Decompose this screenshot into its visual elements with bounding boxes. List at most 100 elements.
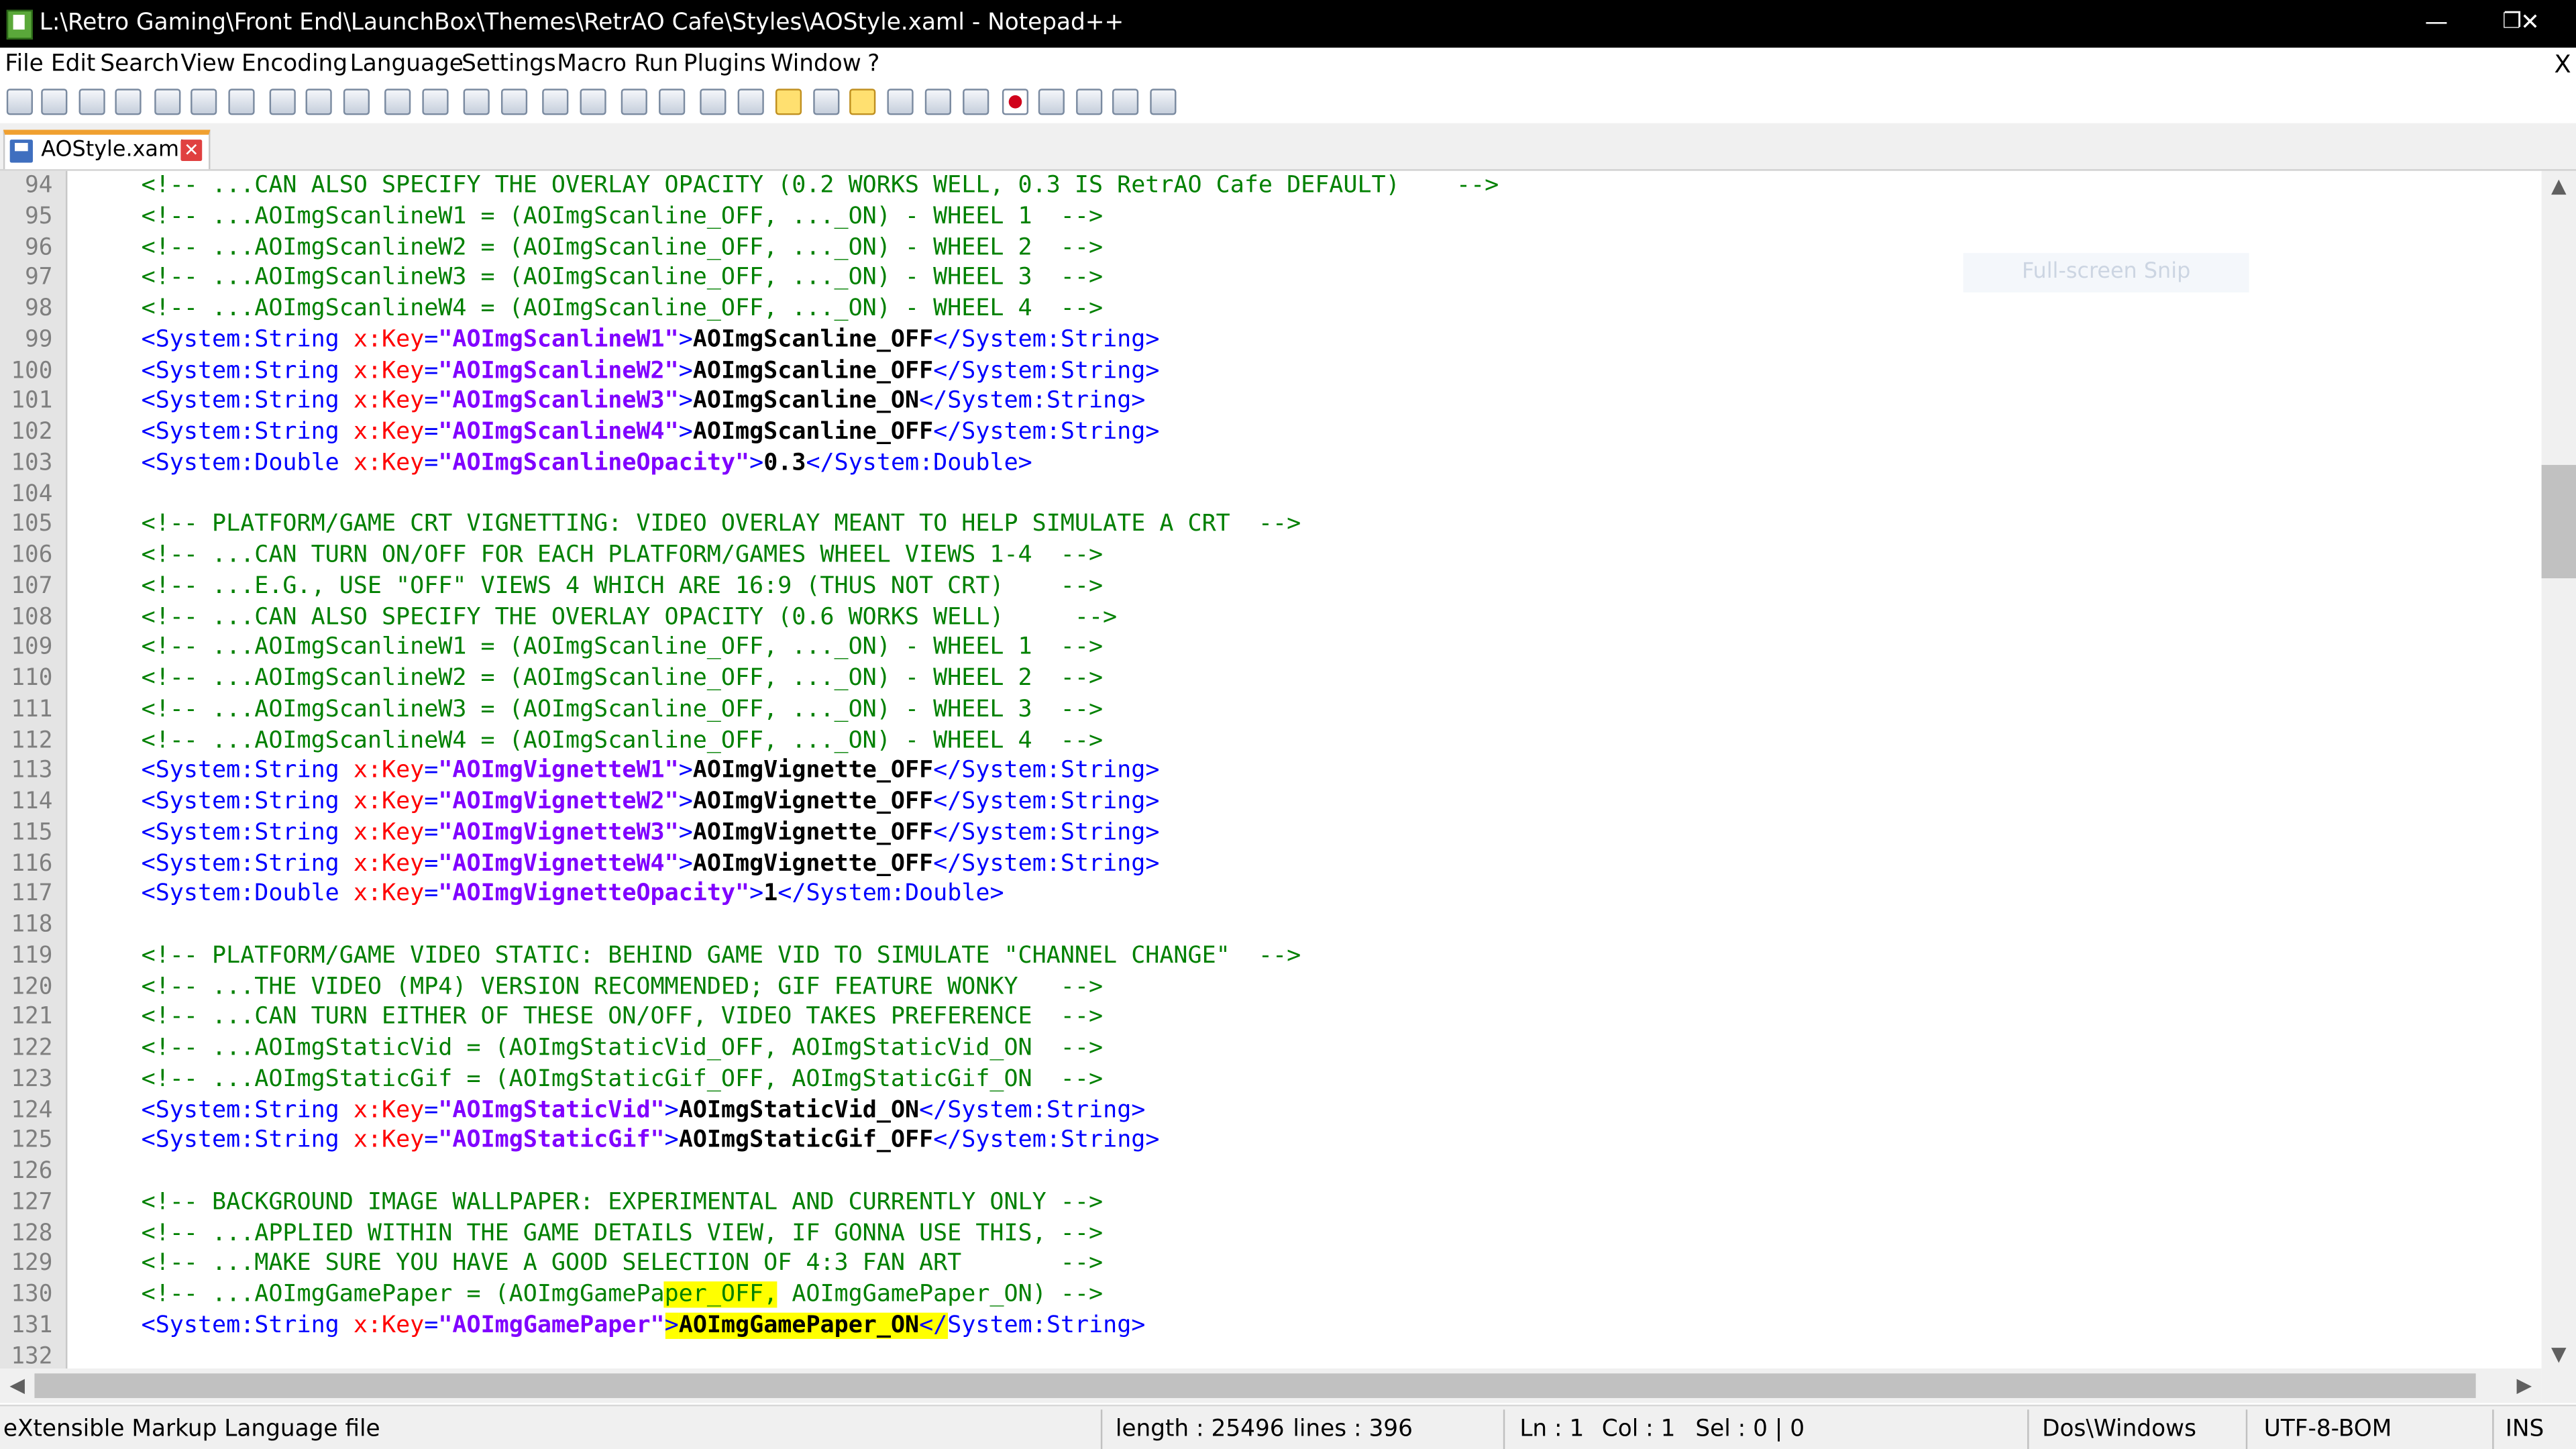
menu-edit[interactable]: Edit bbox=[51, 51, 95, 79]
horizontal-scrollbar-thumb[interactable] bbox=[34, 1373, 2476, 1399]
line-number[interactable]: 109 bbox=[11, 633, 52, 662]
title-bar[interactable]: L:\Retro Gaming\Front End\LaunchBox\Them… bbox=[0, 0, 2576, 48]
line-number[interactable]: 107 bbox=[11, 572, 52, 601]
line-number[interactable]: 104 bbox=[11, 479, 52, 508]
line-number[interactable]: 132 bbox=[11, 1342, 52, 1368]
paste-icon[interactable] bbox=[343, 89, 370, 115]
code-line[interactable]: <!-- ...AOImgScanlineW4 = (AOImgScanline… bbox=[142, 294, 1103, 323]
code-line[interactable]: <System:String x:Key="AOImgVignetteW1">A… bbox=[142, 756, 1160, 786]
line-number[interactable]: 112 bbox=[11, 725, 52, 755]
menu-file[interactable]: File bbox=[5, 51, 43, 79]
code-line[interactable]: <!-- ...AOImgScanlineW4 = (AOImgScanline… bbox=[142, 725, 1103, 755]
vertical-scrollbar[interactable] bbox=[2541, 170, 2576, 1369]
line-number[interactable]: 125 bbox=[11, 1126, 52, 1155]
code-line[interactable]: <System:String x:Key="AOImgScanlineW4">A… bbox=[142, 417, 1160, 447]
zoom-in-icon[interactable] bbox=[542, 89, 569, 115]
code-line[interactable]: <System:String x:Key="AOImgScanlineW1">A… bbox=[142, 325, 1160, 354]
menu-search[interactable]: Search bbox=[100, 51, 179, 79]
code-line[interactable]: <!-- ...CAN TURN ON/OFF FOR EACH PLATFOR… bbox=[142, 541, 1103, 570]
menu-settings[interactable]: Settings bbox=[462, 51, 556, 79]
monitoring-icon[interactable] bbox=[924, 89, 951, 115]
close-icon[interactable] bbox=[154, 89, 181, 115]
line-number[interactable]: 105 bbox=[11, 510, 52, 539]
sync-scroll-horizontal-icon[interactable] bbox=[659, 89, 686, 115]
code-line[interactable]: <System:String x:Key="AOImgScanlineW3">A… bbox=[142, 386, 1146, 416]
folder-as-workspace-icon[interactable] bbox=[887, 89, 914, 115]
code-line[interactable]: <!-- ...CAN TURN EITHER OF THESE ON/OFF,… bbox=[142, 1003, 1103, 1032]
find-icon[interactable] bbox=[463, 89, 490, 115]
copy-icon[interactable] bbox=[305, 89, 332, 115]
line-number[interactable]: 111 bbox=[11, 694, 52, 724]
line-number[interactable]: 101 bbox=[11, 386, 52, 416]
preview-icon[interactable] bbox=[963, 89, 989, 115]
tab-aostyle-xaml[interactable]: AOStyle.xaml ✕ bbox=[3, 129, 211, 170]
open-file-icon[interactable] bbox=[41, 89, 68, 115]
menu-help[interactable]: ? bbox=[867, 51, 879, 79]
code-line[interactable]: <!-- ...CAN ALSO SPECIFY THE OVERLAY OPA… bbox=[142, 602, 1118, 632]
code-line[interactable]: <!-- ...AOImgStaticVid = (AOImgStaticVid… bbox=[142, 1033, 1103, 1063]
menu-encoding[interactable]: Encoding bbox=[241, 51, 347, 79]
notepad-plus-plus-app-icon[interactable] bbox=[6, 9, 33, 40]
code-editor[interactable]: 94 95 96 97 98 99 100 101 102 103 104 105 106 107 108 1… bbox=[0, 170, 2542, 1369]
scroll-right-arrow-icon[interactable]: ▶ bbox=[2507, 1370, 2541, 1399]
line-number[interactable]: 121 bbox=[11, 1003, 52, 1032]
line-number[interactable]: 119 bbox=[11, 941, 52, 971]
function-list-icon[interactable] bbox=[849, 89, 876, 115]
code-line[interactable]: <System:String x:Key="AOImgVignetteW4">A… bbox=[142, 849, 1160, 878]
code-line[interactable]: <System:String x:Key="AOImgScanlineW2">A… bbox=[142, 356, 1160, 385]
code-line[interactable]: <System:String x:Key="AOImgVignetteW2">A… bbox=[142, 787, 1160, 816]
undo-icon[interactable] bbox=[384, 89, 411, 115]
show-all-characters-icon[interactable] bbox=[737, 89, 764, 115]
code-line[interactable]: <System:Double x:Key="AOImgVignetteOpaci… bbox=[142, 879, 1004, 909]
line-number[interactable]: 100 bbox=[11, 356, 52, 385]
cut-icon[interactable] bbox=[269, 89, 296, 115]
scroll-up-arrow-icon[interactable]: ▲ bbox=[2542, 171, 2576, 201]
menu-view[interactable]: View bbox=[180, 51, 235, 79]
line-number[interactable]: 106 bbox=[11, 541, 52, 570]
code-line[interactable]: <System:String x:Key="AOImgStaticVid">AO… bbox=[142, 1095, 1146, 1124]
code-line[interactable]: <!-- ...AOImgStaticGif = (AOImgStaticGif… bbox=[142, 1064, 1103, 1093]
code-line[interactable]: <System:Double x:Key="AOImgScanlineOpaci… bbox=[142, 448, 1032, 478]
line-number[interactable]: 99 bbox=[25, 325, 52, 354]
run-macro-multiple-icon[interactable] bbox=[1112, 89, 1139, 115]
stop-recording-icon[interactable] bbox=[1038, 89, 1065, 115]
scroll-left-arrow-icon[interactable]: ◀ bbox=[0, 1370, 34, 1399]
print-icon[interactable] bbox=[228, 89, 255, 115]
line-number[interactable]: 94 bbox=[25, 171, 52, 201]
line-number[interactable]: 116 bbox=[11, 849, 52, 878]
save-macro-icon[interactable] bbox=[1150, 89, 1177, 115]
code-line[interactable]: <!-- ...AOImgScanlineW1 = (AOImgScanline… bbox=[142, 633, 1103, 662]
code-line[interactable]: <!-- ...MAKE SURE YOU HAVE A GOOD SELECT… bbox=[142, 1249, 1103, 1279]
line-number[interactable]: 103 bbox=[11, 448, 52, 478]
start-recording-icon[interactable] bbox=[1002, 89, 1029, 115]
line-number[interactable]: 130 bbox=[11, 1280, 52, 1309]
line-number[interactable]: 126 bbox=[11, 1157, 52, 1186]
code-line[interactable]: <!-- ...E.G., USE "OFF" VIEWS 4 WHICH AR… bbox=[142, 572, 1103, 601]
code-line[interactable]: <System:String x:Key="AOImgVignetteW3">A… bbox=[142, 818, 1160, 847]
code-line[interactable]: <!-- BACKGROUND IMAGE WALLPAPER: EXPERIM… bbox=[142, 1187, 1103, 1217]
playback-icon[interactable] bbox=[1076, 89, 1103, 115]
line-number[interactable]: 122 bbox=[11, 1033, 52, 1063]
code-line[interactable]: <!-- ...AOImgScanlineW2 = (AOImgScanline… bbox=[142, 663, 1103, 693]
menu-macro[interactable]: Macro bbox=[557, 51, 627, 79]
word-wrap-icon[interactable] bbox=[700, 89, 727, 115]
vertical-scrollbar-thumb[interactable] bbox=[2541, 465, 2576, 579]
line-number[interactable]: 115 bbox=[11, 818, 52, 847]
line-number-gutter[interactable]: 94 95 96 97 98 99 100 101 102 103 104 105 106 107 108 1… bbox=[0, 170, 68, 1369]
line-number[interactable]: 97 bbox=[25, 263, 52, 292]
new-file-icon[interactable] bbox=[6, 89, 33, 115]
minimize-button[interactable]: — bbox=[2399, 0, 2475, 48]
line-number[interactable]: 127 bbox=[11, 1187, 52, 1217]
line-number[interactable]: 110 bbox=[11, 663, 52, 693]
line-number[interactable]: 96 bbox=[25, 233, 52, 262]
zoom-out-icon[interactable] bbox=[580, 89, 606, 115]
code-line[interactable]: <!-- ...APPLIED WITHIN THE GAME DETAILS … bbox=[142, 1218, 1103, 1248]
line-number[interactable]: 131 bbox=[11, 1311, 52, 1340]
line-number[interactable]: 118 bbox=[11, 910, 52, 940]
code-line[interactable]: <!-- ...AOImgScanlineW3 = (AOImgScanline… bbox=[142, 694, 1103, 724]
save-all-icon[interactable] bbox=[115, 89, 142, 115]
menu-window[interactable]: Window bbox=[771, 51, 861, 79]
line-number[interactable]: 102 bbox=[11, 417, 52, 447]
code-line[interactable]: <!-- ...AOImgScanlineW1 = (AOImgScanline… bbox=[142, 202, 1103, 231]
line-number[interactable]: 95 bbox=[25, 202, 52, 231]
